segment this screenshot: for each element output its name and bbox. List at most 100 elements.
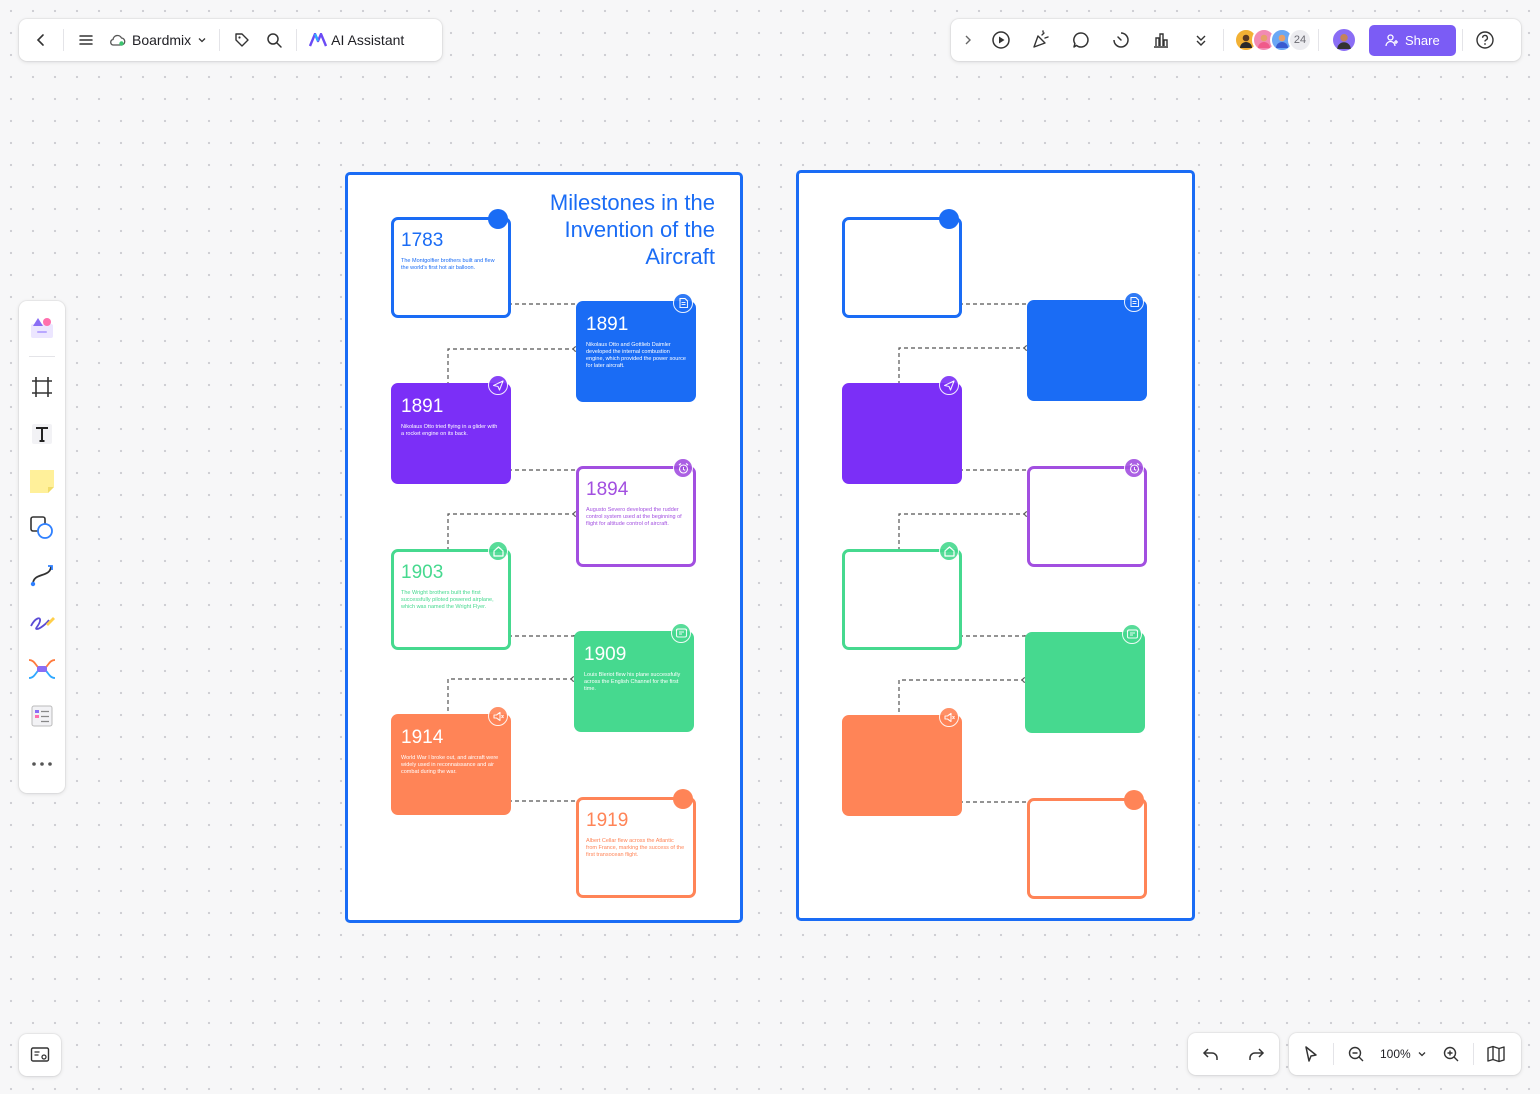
speaker-icon [939, 707, 959, 727]
milestone-card[interactable]: 1894 Augusto Severo developed the rudder … [576, 466, 696, 567]
undo-button[interactable] [1195, 1038, 1227, 1070]
milestone-year: 1919 [586, 810, 629, 831]
milestone-description: Louis Bleriot flew his plane successfull… [584, 672, 681, 692]
undo-redo-bar [1188, 1033, 1279, 1075]
zoom-level-select[interactable]: 100% [1372, 1047, 1435, 1061]
timeline-frame[interactable]: Milestones in the Invention of the Aircr… [345, 172, 743, 923]
tool-rail [19, 301, 65, 793]
redo-icon [1249, 1048, 1265, 1060]
table-tool[interactable] [24, 699, 60, 734]
template-card[interactable] [842, 549, 962, 650]
timer-icon [1113, 32, 1129, 48]
help-button[interactable] [1469, 24, 1501, 56]
mindmap-icon [28, 659, 56, 680]
milestone-description: World War I broke out, and aircraft were… [401, 755, 499, 775]
milestone-card[interactable]: 1891 Nikolaus Otto and Gottlieb Daimler d… [576, 301, 696, 402]
zoom-level: 100% [1380, 1047, 1411, 1061]
milestone-card[interactable]: 1909 Louis Bleriot flew his plane success… [574, 631, 694, 732]
map-icon [1487, 1045, 1505, 1063]
template-card[interactable] [842, 715, 962, 816]
divider [63, 29, 64, 51]
connector-line [508, 633, 575, 637]
template-card[interactable] [842, 217, 962, 318]
text-tool[interactable] [24, 416, 60, 451]
zoom-bar: 100% [1289, 1033, 1521, 1075]
connector-line [898, 679, 1025, 715]
table-icon [31, 705, 53, 727]
connector-icon [30, 565, 53, 587]
zoom-out-button[interactable] [1340, 1038, 1372, 1070]
milestone-card[interactable]: 1891 Nikolaus Otto tried flying in a glid… [391, 383, 511, 484]
zoom-in-button[interactable] [1435, 1038, 1467, 1070]
connector-line [447, 513, 576, 549]
shape-tool[interactable] [24, 510, 60, 545]
ai-assistant-label: AI Assistant [331, 32, 405, 48]
pen-tool[interactable] [24, 605, 60, 640]
connector-line [508, 303, 577, 305]
file-name-menu[interactable]: Boardmix [102, 32, 213, 48]
map-view-button[interactable] [1480, 1038, 1512, 1070]
template-card[interactable] [1025, 632, 1145, 733]
sticky-note-tool[interactable] [24, 463, 60, 498]
message-icon [1122, 624, 1142, 644]
chevron-down-icon [198, 38, 206, 43]
add-user-icon [1385, 34, 1398, 47]
milestone-year: 1914 [401, 727, 444, 748]
tag-button[interactable] [226, 24, 258, 56]
collaborator-avatars[interactable]: 24 [1234, 28, 1312, 52]
marker-dot [1124, 790, 1144, 810]
template-card[interactable] [1027, 300, 1147, 401]
templates-tool[interactable] [24, 309, 60, 344]
celebrate-button[interactable] [1025, 24, 1057, 56]
back-button[interactable] [25, 24, 57, 56]
alarm-icon [1124, 458, 1144, 478]
milestone-card[interactable]: 1919 Albert Cellar flew across the Atlant… [576, 797, 696, 898]
milestone-card[interactable]: 1903 The Wright brothers built the first … [391, 549, 511, 650]
template-card[interactable] [842, 383, 962, 484]
comment-button[interactable] [1065, 24, 1097, 56]
tag-icon [235, 33, 249, 47]
collapse-toolbar-button[interactable] [959, 24, 977, 56]
zoom-out-icon [1348, 1046, 1364, 1062]
share-label: Share [1405, 32, 1440, 48]
select-tool-button[interactable] [1295, 1038, 1327, 1070]
milestone-description: Nikolaus Otto and Gottlieb Daimler devel… [586, 342, 686, 369]
connector-line [959, 302, 1028, 305]
minimap-button[interactable] [19, 1034, 61, 1076]
present-button[interactable] [985, 24, 1017, 56]
milestone-card[interactable]: 1783 The Montgolfier brothers built and f… [391, 217, 511, 318]
home-icon [939, 541, 959, 561]
timer-button[interactable] [1105, 24, 1137, 56]
redo-button[interactable] [1240, 1038, 1272, 1070]
connector-line [959, 800, 1028, 803]
help-icon [1476, 31, 1494, 49]
divider [1472, 1043, 1474, 1065]
party-popper-icon [1033, 30, 1049, 48]
bar-chart-icon [1154, 33, 1168, 48]
share-button[interactable]: Share [1369, 24, 1456, 56]
more-tools-button[interactable] [24, 746, 60, 781]
template-card[interactable] [1027, 466, 1147, 567]
connector-line [959, 468, 1028, 471]
milestone-year: 1894 [586, 479, 629, 500]
ai-assistant-button[interactable]: AI Assistant [303, 32, 410, 48]
comment-icon [1073, 32, 1089, 48]
marker-dot [673, 789, 693, 809]
connector-line [447, 348, 576, 383]
cursor-icon [1305, 1046, 1317, 1062]
milestone-description: The Wright brothers built the first succ… [401, 590, 494, 610]
pen-icon [30, 617, 55, 631]
milestone-year: 1909 [584, 644, 627, 665]
vote-button[interactable] [1145, 24, 1177, 56]
template-card[interactable] [1027, 798, 1147, 899]
more-tools-button[interactable] [1185, 24, 1217, 56]
frame-tool[interactable] [24, 369, 60, 404]
menu-button[interactable] [70, 24, 102, 56]
search-button[interactable] [258, 24, 290, 56]
milestone-card[interactable]: 1914 World War I broke out, and aircraft … [391, 714, 511, 815]
app-name: Boardmix [132, 32, 192, 48]
connector-tool[interactable] [24, 558, 60, 593]
mindmap-tool[interactable] [24, 652, 60, 687]
current-user-avatar[interactable] [1331, 27, 1357, 53]
template-frame[interactable] [796, 170, 1195, 921]
